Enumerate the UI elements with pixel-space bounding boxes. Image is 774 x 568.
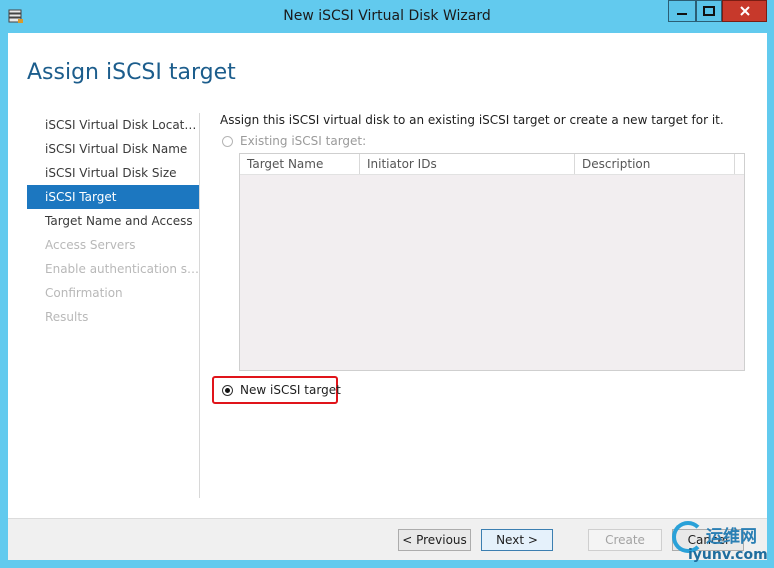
- maximize-icon: [703, 6, 715, 16]
- step-item-location[interactable]: iSCSI Virtual Disk Location: [27, 113, 199, 137]
- step-item-iscsi-target[interactable]: iSCSI Target: [27, 185, 199, 209]
- new-target-label: New iSCSI target: [240, 383, 341, 397]
- targets-table: Target Name Initiator IDs Description: [239, 153, 745, 371]
- existing-target-option[interactable]: Existing iSCSI target:: [222, 134, 366, 148]
- wizard-client-area: Assign iSCSI target iSCSI Virtual Disk L…: [8, 33, 767, 560]
- existing-target-label: Existing iSCSI target:: [240, 134, 367, 148]
- nav-divider: [199, 113, 200, 498]
- minimize-icon: [677, 13, 687, 15]
- close-icon: [739, 6, 750, 16]
- step-item-target-name-access[interactable]: Target Name and Access: [27, 209, 199, 233]
- create-button: Create: [588, 529, 662, 551]
- step-item-results: Results: [45, 310, 89, 324]
- step-item-confirmation: Confirmation: [45, 286, 123, 300]
- title-bar[interactable]: New iSCSI Virtual Disk Wizard: [0, 0, 774, 33]
- table-header: Target Name Initiator IDs Description: [240, 154, 744, 175]
- window-title: New iSCSI Virtual Disk Wizard: [283, 8, 491, 24]
- button-bar: < Previous Next > Create Cancel: [8, 519, 767, 560]
- previous-button[interactable]: < Previous: [398, 529, 471, 551]
- column-header-target-name[interactable]: Target Name: [240, 154, 360, 174]
- wizard-step-list: iSCSI Virtual Disk Location iSCSI Virtua…: [27, 113, 199, 329]
- step-item-access-servers: Access Servers: [45, 238, 136, 252]
- column-header-description[interactable]: Description: [575, 154, 735, 174]
- new-target-radio[interactable]: [222, 384, 233, 396]
- watermark-text: 运维网: [706, 527, 757, 547]
- wizard-window: New iSCSI Virtual Disk Wizard Assign iSC…: [0, 0, 774, 568]
- new-target-option[interactable]: New iSCSI target: [222, 383, 341, 397]
- column-header-initiator-ids[interactable]: Initiator IDs: [360, 154, 575, 174]
- existing-target-radio[interactable]: [222, 135, 233, 147]
- watermark-url: iyunv.com: [688, 547, 768, 563]
- instruction-text: Assign this iSCSI virtual disk to an exi…: [220, 113, 724, 127]
- page-title: Assign iSCSI target: [27, 60, 236, 85]
- next-button[interactable]: Next >: [481, 529, 553, 551]
- step-item-size[interactable]: iSCSI Virtual Disk Size: [27, 161, 199, 185]
- step-item-authentication: Enable authentication ser...: [45, 262, 199, 276]
- maximize-button[interactable]: [696, 0, 722, 22]
- site-watermark: 运维网 iyunv.com: [668, 519, 774, 568]
- minimize-button[interactable]: [668, 0, 696, 22]
- close-button[interactable]: [722, 0, 767, 22]
- step-item-name[interactable]: iSCSI Virtual Disk Name: [27, 137, 199, 161]
